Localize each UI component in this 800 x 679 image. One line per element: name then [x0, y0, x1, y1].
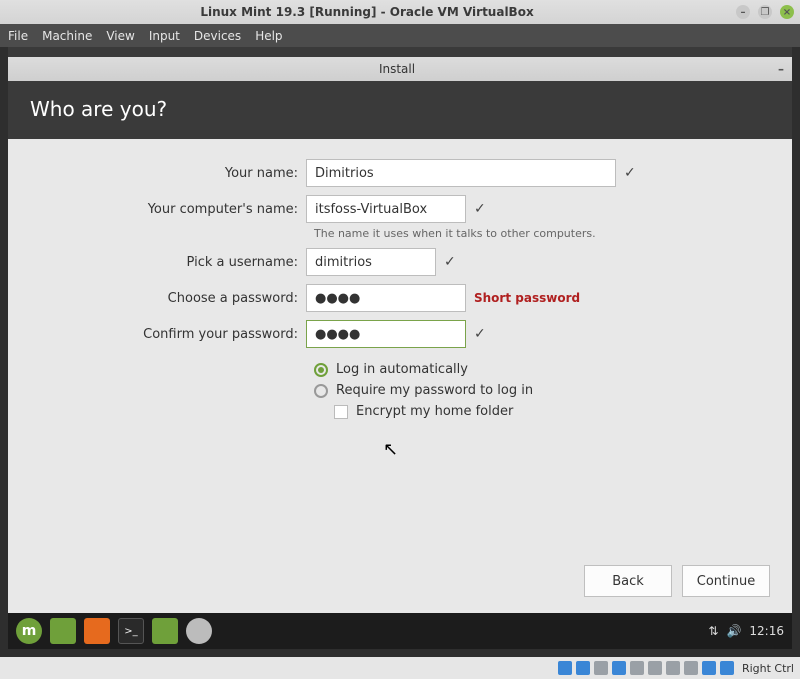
label-computer: Your computer's name: — [36, 202, 306, 217]
radio-auto-login[interactable]: Log in automatically — [314, 362, 764, 377]
network-icon[interactable]: ⇅ — [708, 624, 718, 638]
clock[interactable]: 12:16 — [749, 624, 784, 638]
installer-window: Install – Who are you? Your name: ✓ Your… — [8, 57, 792, 613]
taskbar: m >_ ⇅ 🔊 12:16 — [8, 613, 792, 649]
computer-name-input[interactable] — [306, 195, 466, 223]
checkbox-icon — [334, 405, 348, 419]
status-shared-folder-icon[interactable] — [648, 661, 662, 675]
folder-icon[interactable] — [152, 618, 178, 644]
terminal-icon[interactable]: >_ — [118, 618, 144, 644]
radio-unselected-icon — [314, 384, 328, 398]
installer-titlebar-title: Install — [379, 62, 415, 76]
vbox-menubar: File Machine View Input Devices Help — [0, 24, 800, 47]
status-hdd-icon[interactable] — [558, 661, 572, 675]
radio-require-password-label: Require my password to log in — [336, 383, 533, 398]
vbox-titlebar: Linux Mint 19.3 [Running] - Oracle VM Vi… — [0, 0, 800, 24]
check-icon: ✓ — [624, 165, 636, 181]
status-usb-icon[interactable] — [630, 661, 644, 675]
menu-input[interactable]: Input — [149, 29, 180, 43]
status-network-icon[interactable] — [612, 661, 626, 675]
status-audio-icon[interactable] — [594, 661, 608, 675]
password-warning: Short password — [474, 291, 580, 305]
status-optical-icon[interactable] — [576, 661, 590, 675]
minimize-icon[interactable]: – — [736, 5, 750, 19]
installer-minimize-icon[interactable]: – — [778, 62, 784, 76]
menu-file[interactable]: File — [8, 29, 28, 43]
host-key-label: Right Ctrl — [742, 662, 794, 675]
close-icon[interactable]: × — [780, 5, 794, 19]
guest-desktop: Install – Who are you? Your name: ✓ Your… — [8, 47, 792, 649]
installer-heading: Who are you? — [8, 81, 792, 139]
check-icon: ✓ — [474, 201, 486, 217]
status-display-icon[interactable] — [666, 661, 680, 675]
username-input[interactable] — [306, 248, 436, 276]
menu-help[interactable]: Help — [255, 29, 282, 43]
menu-devices[interactable]: Devices — [194, 29, 241, 43]
label-password: Choose a password: — [36, 291, 306, 306]
menu-view[interactable]: View — [106, 29, 134, 43]
checkbox-encrypt-home[interactable]: Encrypt my home folder — [334, 404, 764, 419]
status-mouse-icon[interactable] — [720, 661, 734, 675]
file-manager-icon[interactable] — [50, 618, 76, 644]
check-icon: ✓ — [444, 254, 456, 270]
status-guest-additions-icon[interactable] — [702, 661, 716, 675]
continue-button[interactable]: Continue — [682, 565, 770, 597]
label-name: Your name: — [36, 166, 306, 181]
password-input[interactable] — [306, 284, 466, 312]
vbox-window-title: Linux Mint 19.3 [Running] - Oracle VM Vi… — [6, 5, 728, 19]
radio-selected-icon — [314, 363, 328, 377]
status-recording-icon[interactable] — [684, 661, 698, 675]
label-username: Pick a username: — [36, 255, 306, 270]
mint-menu-icon[interactable]: m — [16, 618, 42, 644]
your-name-input[interactable] — [306, 159, 616, 187]
firefox-icon[interactable] — [84, 618, 110, 644]
radio-auto-login-label: Log in automatically — [336, 362, 468, 377]
installer-titlebar[interactable]: Install – — [8, 57, 792, 81]
check-icon: ✓ — [474, 326, 486, 342]
back-button[interactable]: Back — [584, 565, 672, 597]
installer-body: Your name: ✓ Your computer's name: ✓ The… — [8, 139, 792, 613]
sound-icon[interactable]: 🔊 — [726, 624, 741, 638]
confirm-password-input[interactable] — [306, 320, 466, 348]
computer-name-hint: The name it uses when it talks to other … — [314, 227, 764, 240]
maximize-icon[interactable]: ❐ — [758, 5, 772, 19]
label-confirm: Confirm your password: — [36, 327, 306, 342]
checkbox-encrypt-label: Encrypt my home folder — [356, 404, 513, 419]
mouse-cursor-icon: ↖ — [383, 439, 398, 460]
radio-require-password[interactable]: Require my password to log in — [314, 383, 764, 398]
menu-machine[interactable]: Machine — [42, 29, 92, 43]
vbox-status-bar: Right Ctrl — [0, 657, 800, 679]
installer-disc-icon[interactable] — [186, 618, 212, 644]
